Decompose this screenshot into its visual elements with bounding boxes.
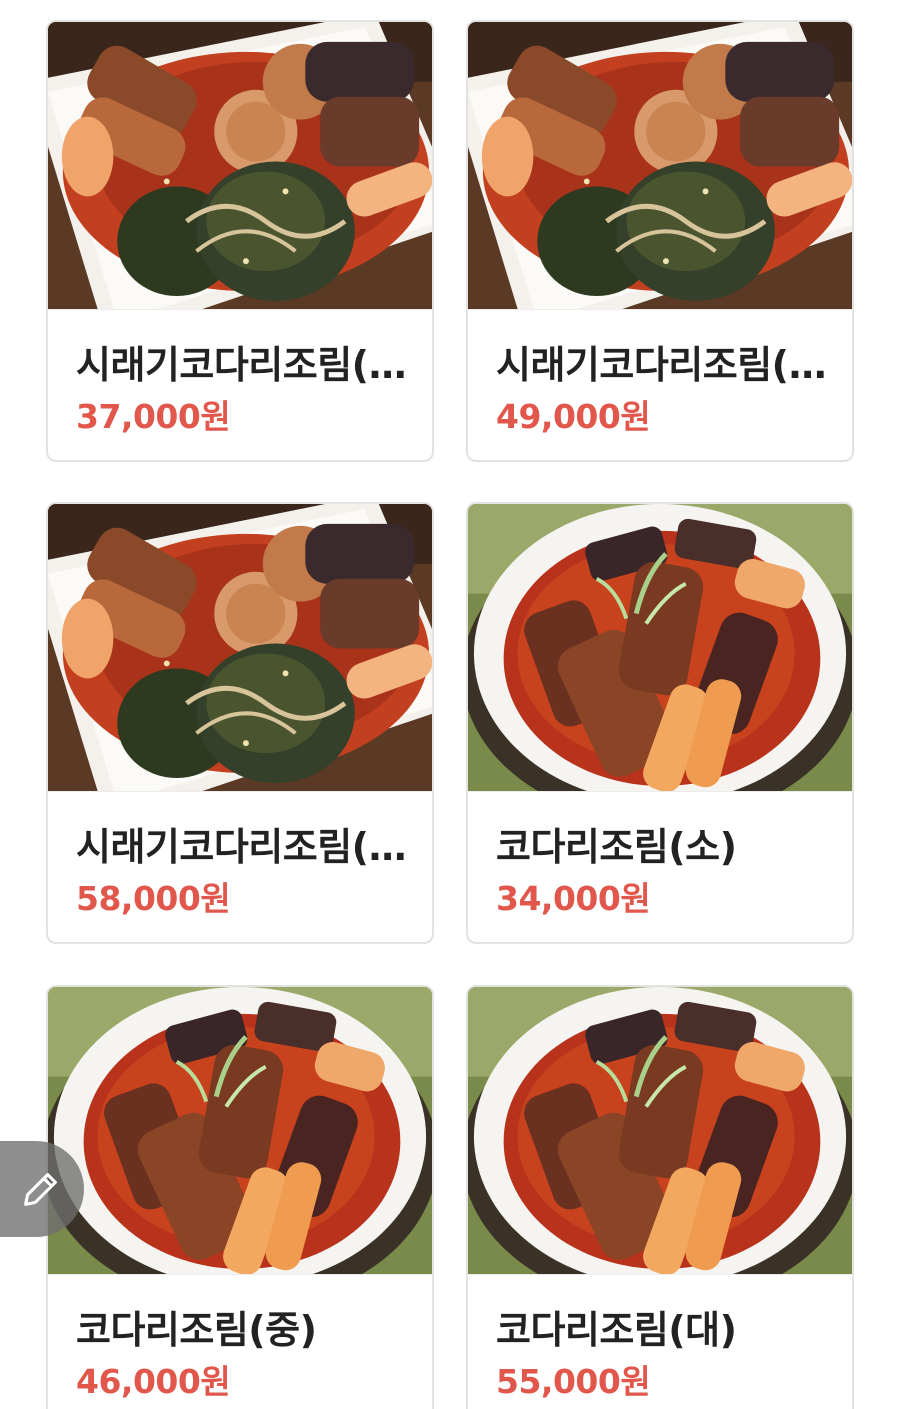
menu-item-photo [48, 504, 432, 792]
menu-item-price: 55,000원 [496, 1362, 651, 1401]
menu-item-photo [468, 504, 852, 792]
menu-item-price: 49,000원 [496, 397, 651, 436]
menu-item-photo [468, 987, 852, 1275]
menu-item-name: 코다리조림(중) [76, 1308, 317, 1352]
menu-page: 시래기코다리조림(... 37,000원 시래기코다리조림(... 49,000… [0, 0, 900, 1409]
pencil-icon [24, 1173, 57, 1206]
menu-card[interactable]: 시래기코다리조림(... 58,000원 [46, 502, 434, 944]
menu-item-photo [468, 22, 852, 310]
menu-item-name: 시래기코다리조림(... [76, 343, 408, 387]
menu-item-name: 코다리조림(소) [496, 825, 737, 869]
menu-item-photo [48, 22, 432, 310]
menu-item-price: 46,000원 [76, 1362, 231, 1401]
menu-item-name: 코다리조림(대) [496, 1308, 737, 1352]
menu-item-name: 시래기코다리조림(... [76, 825, 408, 869]
menu-item-photo [48, 987, 432, 1275]
menu-card[interactable]: 코다리조림(소) 34,000원 [466, 502, 854, 944]
menu-item-price: 58,000원 [76, 879, 231, 918]
menu-item-price: 34,000원 [496, 879, 651, 918]
menu-item-name: 시래기코다리조림(... [496, 343, 828, 387]
menu-card[interactable]: 시래기코다리조림(... 49,000원 [466, 20, 854, 462]
menu-grid: 시래기코다리조림(... 37,000원 시래기코다리조림(... 49,000… [0, 0, 900, 1409]
menu-item-price: 37,000원 [76, 397, 231, 436]
menu-card[interactable]: 코다리조림(중) 46,000원 [46, 985, 434, 1409]
menu-card[interactable]: 시래기코다리조림(... 37,000원 [46, 20, 434, 462]
menu-card[interactable]: 코다리조림(대) 55,000원 [466, 985, 854, 1409]
